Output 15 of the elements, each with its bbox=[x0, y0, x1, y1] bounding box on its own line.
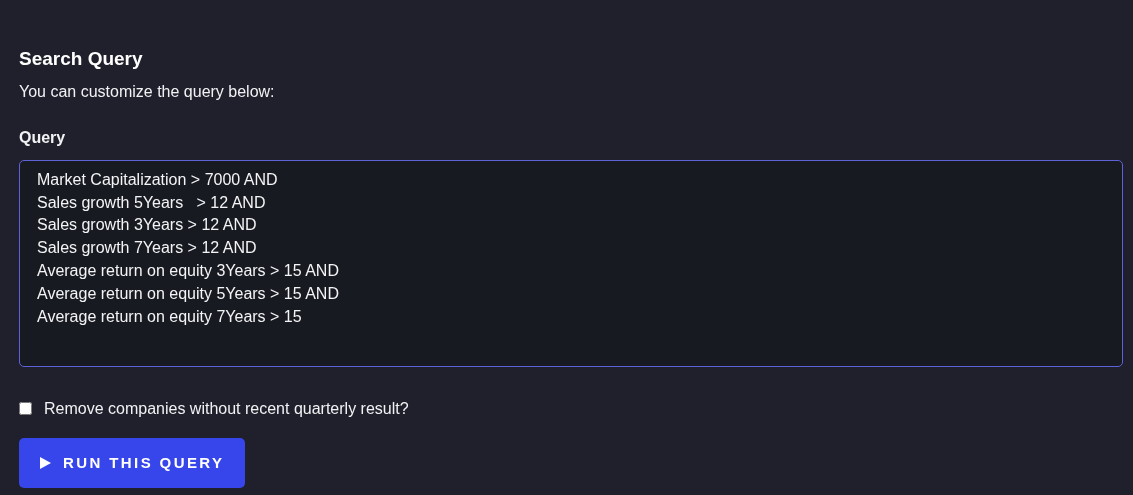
query-line: Average return on equity 7Years > 15 bbox=[37, 306, 303, 327]
query-line: Average return on equity 5Years > 15 AND bbox=[37, 283, 340, 304]
run-query-button[interactable]: RUN THIS QUERY bbox=[19, 437, 246, 489]
query-line: Average return on equity 3Years > 15 AND bbox=[37, 261, 340, 281]
query-textarea[interactable] bbox=[19, 159, 1123, 367]
checkbox[interactable] bbox=[19, 402, 32, 416]
query-line: Sales growth 7Years > 12 AND bbox=[37, 238, 258, 259]
section-title: Search Query bbox=[19, 48, 144, 71]
checkbox-label: Remove companies without recent quarterly result? bbox=[44, 398, 409, 419]
query-line: Sales growth 3Years > 12 AND bbox=[37, 215, 258, 236]
field-label: Query bbox=[19, 127, 67, 148]
query-line: Sales growth 5Years > 12 AND bbox=[37, 192, 267, 213]
play-icon bbox=[40, 457, 51, 470]
query-line: Market Capitalization > 7000 AND bbox=[37, 169, 279, 190]
intro-text: You can customize the query below: bbox=[19, 81, 276, 102]
